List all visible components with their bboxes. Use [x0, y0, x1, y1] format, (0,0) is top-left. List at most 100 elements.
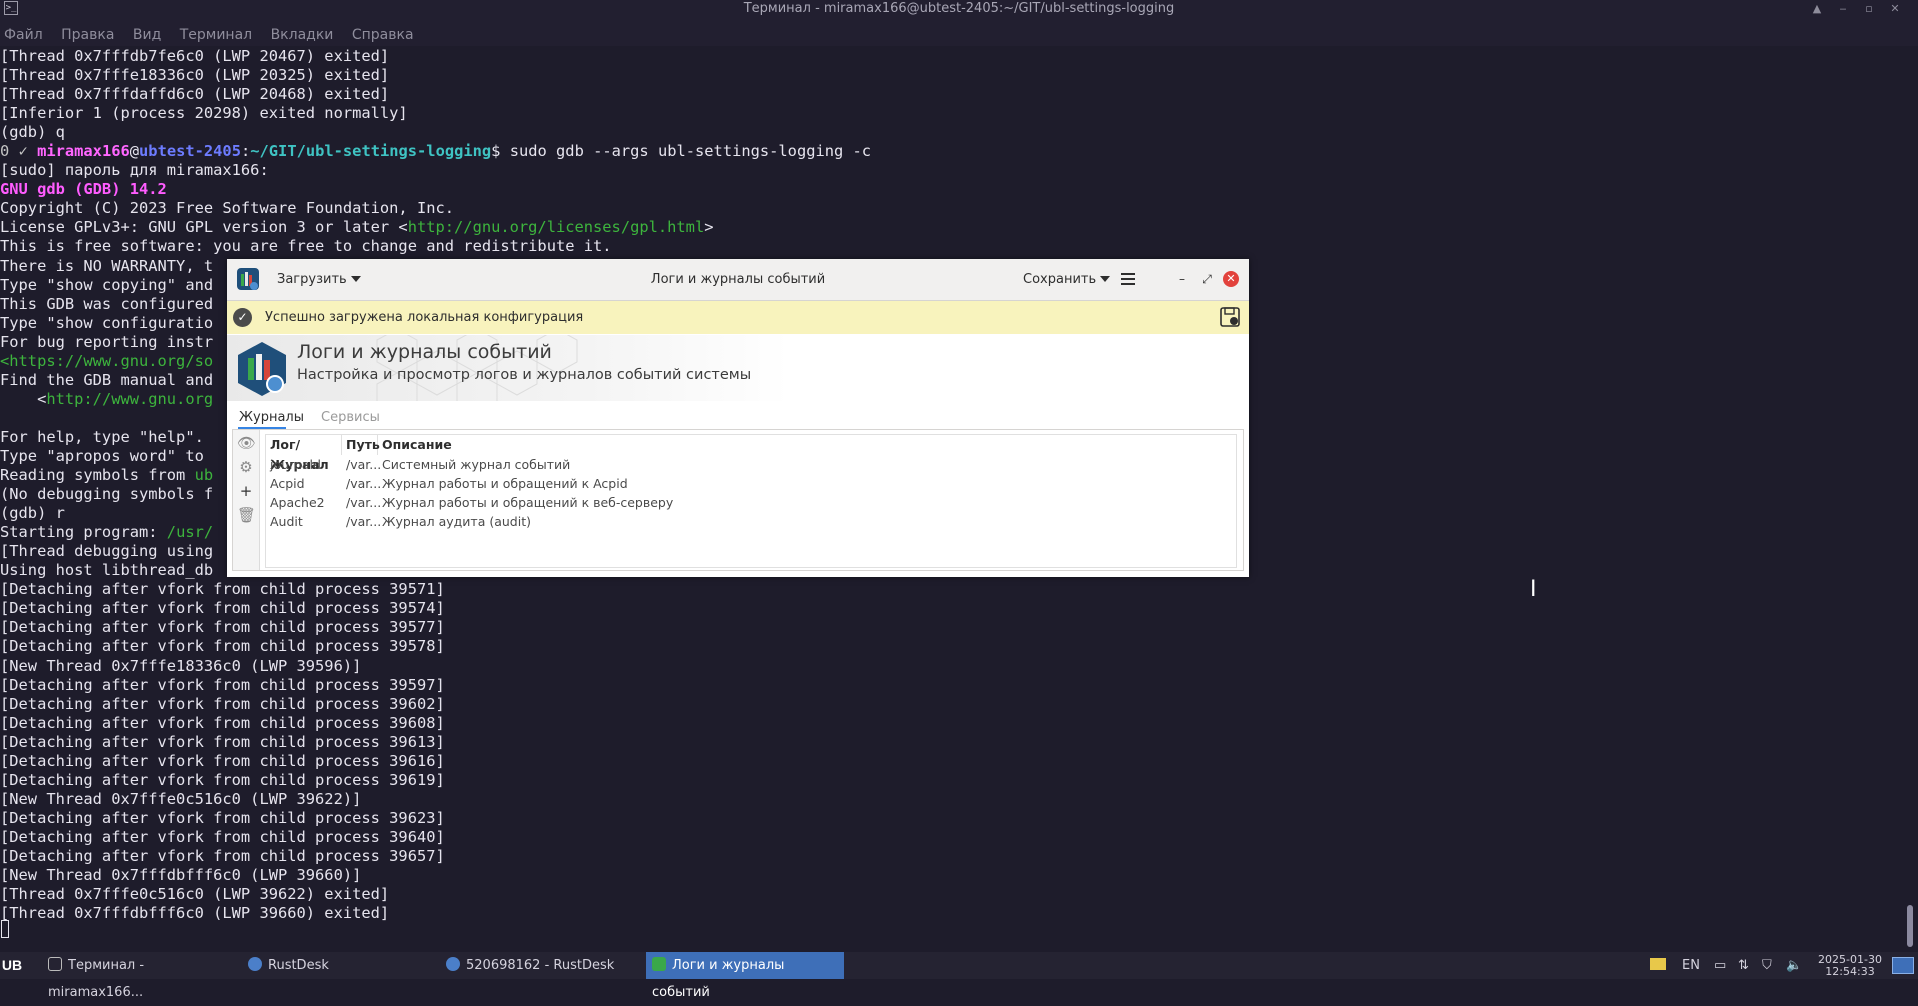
terminal-text: Find the GDB manual and	[0, 370, 214, 389]
column-header-path[interactable]: Путь	[342, 435, 380, 455]
terminal-text: Using host libthread_db	[0, 561, 214, 580]
table-row[interactable]: Audit /var... Журнал аудита (audit)	[266, 512, 1236, 531]
terminal-line: [Detaching after vfork from child proces…	[0, 695, 1900, 714]
dialog-tabs: Журналы Сервисы	[227, 401, 1249, 429]
terminal-line: GNU gdb (GDB) 14.2	[0, 180, 1900, 199]
terminal-line: [Thread 0x7fffe0c516c0 (LWP 39622) exite…	[0, 885, 1900, 904]
table-header: Лог/Журнал Путь Описание	[266, 435, 1236, 472]
plus-icon[interactable]: +	[237, 482, 255, 500]
trash-icon[interactable]: 🗑	[237, 506, 256, 524]
terminal-line: License GPLv3+: GNU GPL version 3 or lat…	[0, 218, 1900, 237]
cell-description: Журнал работы и обращений к Acpid	[382, 476, 628, 491]
terminal-text: ~/GIT/ubl-settings-logging	[250, 142, 492, 161]
terminal-text: [Detaching after vfork from child proces…	[0, 637, 445, 656]
terminal-line: [Detaching after vfork from child proces…	[0, 809, 1900, 828]
cell-description: Системный журнал событий	[382, 457, 571, 472]
terminal-text: >	[704, 218, 714, 237]
journals-panel: 👁 ⚙ + 🗑 Лог/Журнал Путь Описание journal…	[232, 429, 1244, 571]
terminal-line: This is free software: you are free to c…	[0, 237, 1900, 256]
rustdesk-icon	[248, 957, 262, 971]
terminal-text: http://www.gnu.org	[46, 389, 214, 408]
column-header-description[interactable]: Описание	[378, 435, 1236, 455]
banner-title: Логи и журналы событий	[297, 341, 552, 363]
gear-icon[interactable]: ⚙	[237, 458, 255, 476]
save-config-icon[interactable]	[1219, 306, 1241, 328]
taskbar-item-rustdesk[interactable]: RustDesk	[248, 952, 428, 979]
terminal-text: For help, type "help".	[0, 427, 204, 446]
taskbar: UB Терминал - miramax166... RustDesk 520…	[0, 952, 1918, 1000]
terminal-menubar: Файл Правка Вид Терминал Вкладки Справка	[0, 17, 1918, 46]
terminal-line: [Detaching after vfork from child proces…	[0, 828, 1900, 847]
scrollbar-thumb[interactable]	[1907, 905, 1913, 947]
terminal-text: [Thread 0x7fffe18336c0 (LWP 20325) exite…	[0, 66, 390, 85]
network-icon[interactable]: ⇅	[1738, 952, 1756, 979]
terminal-text: [Thread 0x7fffdbfff6c0 (LWP 39660) exite…	[0, 904, 390, 923]
maximize-button[interactable]: ▫	[1858, 0, 1880, 17]
notes-icon[interactable]	[1650, 952, 1668, 979]
terminal-text: Reading symbols from	[0, 466, 195, 485]
terminal-text: (gdb) r	[0, 504, 65, 523]
terminal-text: [Detaching after vfork from child proces…	[0, 808, 445, 827]
clock[interactable]: 2025-01-30 12:54:33	[1816, 952, 1884, 978]
terminal-text: [New Thread 0x7fffe0c516c0 (LWP 39622)]	[0, 789, 362, 808]
start-menu-button[interactable]: UB	[0, 952, 24, 979]
table-row[interactable]: journald /var... Системный журнал событи…	[266, 455, 1236, 474]
terminal-text: [Detaching after vfork from child proces…	[0, 732, 445, 751]
cell-log: Audit	[270, 514, 303, 529]
window-title: Терминал - miramax166@ubtest-2405:~/GIT/…	[743, 1, 1175, 16]
terminal-text: There is NO WARRANTY, t	[0, 256, 214, 275]
terminal-text: This is free software: you are free to c…	[0, 237, 612, 256]
eye-icon[interactable]: 👁	[237, 434, 256, 452]
terminal-scrollbar[interactable]	[1906, 47, 1914, 947]
terminal-text: [New Thread 0x7fffe18336c0 (LWP 39596)]	[0, 656, 362, 675]
clock-time: 12:54:33	[1825, 965, 1875, 978]
terminal-text: [Detaching after vfork from child proces…	[0, 618, 445, 637]
table-row[interactable]: Acpid /var... Журнал работы и обращений …	[266, 474, 1236, 493]
terminal-text: Type "apropos word" to	[0, 446, 204, 465]
info-bar: ✓ Успешно загружена локальная конфигурац…	[227, 301, 1249, 334]
save-menu-button[interactable]: Сохранить	[1023, 259, 1111, 300]
close-button[interactable]: ✕	[1884, 0, 1906, 17]
terminal-text: @	[129, 142, 140, 161]
clipboard-icon[interactable]: ▭	[1714, 952, 1732, 979]
terminal-text: GNU gdb (GDB) 14.2	[0, 180, 167, 199]
keep-above-icon[interactable]: ▲	[1806, 0, 1828, 17]
terminal-line: [New Thread 0x7fffdbfff6c0 (LWP 39660)]	[0, 866, 1900, 885]
taskbar-item-terminal[interactable]: Терминал - miramax166...	[46, 952, 238, 1000]
terminal-line: [Detaching after vfork from child proces…	[0, 771, 1900, 790]
volume-icon[interactable]: 🔈	[1786, 952, 1804, 979]
journals-table[interactable]: Лог/Журнал Путь Описание journald /var..…	[265, 434, 1237, 568]
show-desktop-button[interactable]	[1892, 957, 1914, 974]
hamburger-menu-icon[interactable]	[1121, 273, 1135, 285]
taskbar-item-label: Терминал - miramax166...	[48, 958, 145, 1000]
dialog-close-button[interactable]: ✕	[1223, 271, 1239, 287]
terminal-text: [Detaching after vfork from child proces…	[0, 713, 445, 732]
terminal-text: [Detaching after vfork from child proces…	[0, 599, 445, 618]
dialog-maximize-button[interactable]: ⤢	[1199, 271, 1215, 287]
terminal-text: <https://www.gnu.org/so	[0, 351, 214, 370]
terminal-line: [Detaching after vfork from child proces…	[0, 676, 1900, 695]
terminal-line: [Thread 0x7fffdaffd6c0 (LWP 20468) exite…	[0, 85, 1900, 104]
terminal-text: Type "show copying" and	[0, 275, 214, 294]
column-header-log[interactable]: Лог/Журнал	[266, 435, 342, 472]
dialog-minimize-button[interactable]: –	[1174, 271, 1190, 287]
taskbar-item-logs[interactable]: Логи и журналы событий	[646, 952, 844, 1000]
terminal-text: :	[240, 142, 251, 161]
terminal-line: [Detaching after vfork from child proces…	[0, 580, 1900, 599]
save-label: Сохранить	[1023, 272, 1097, 287]
terminal-text: [Thread debugging using	[0, 542, 214, 561]
taskbar-item-rustdesk-session[interactable]: 520698162 - RustDesk	[446, 952, 636, 979]
terminal-line: [New Thread 0x7fffe18336c0 (LWP 39596)]	[0, 657, 1900, 676]
terminal-line: Copyright (C) 2023 Free Software Foundat…	[0, 199, 1900, 218]
terminal-text: ub	[194, 466, 214, 485]
table-row[interactable]: Apache2 /var... Журнал работы и обращени…	[266, 493, 1236, 512]
taskbar-item-label: Логи и журналы событий	[652, 958, 785, 1000]
shield-icon[interactable]: ⛉	[1762, 952, 1780, 979]
chevron-down-icon	[1100, 276, 1111, 282]
keyboard-layout[interactable]: EN	[1682, 952, 1706, 979]
terminal-line: [sudo] пароль для miramax166:	[0, 161, 1900, 180]
terminal-text: <	[0, 389, 47, 408]
logs-icon	[652, 957, 666, 971]
terminal-text: /usr/	[166, 523, 214, 542]
minimize-button[interactable]: ‒	[1832, 0, 1854, 17]
